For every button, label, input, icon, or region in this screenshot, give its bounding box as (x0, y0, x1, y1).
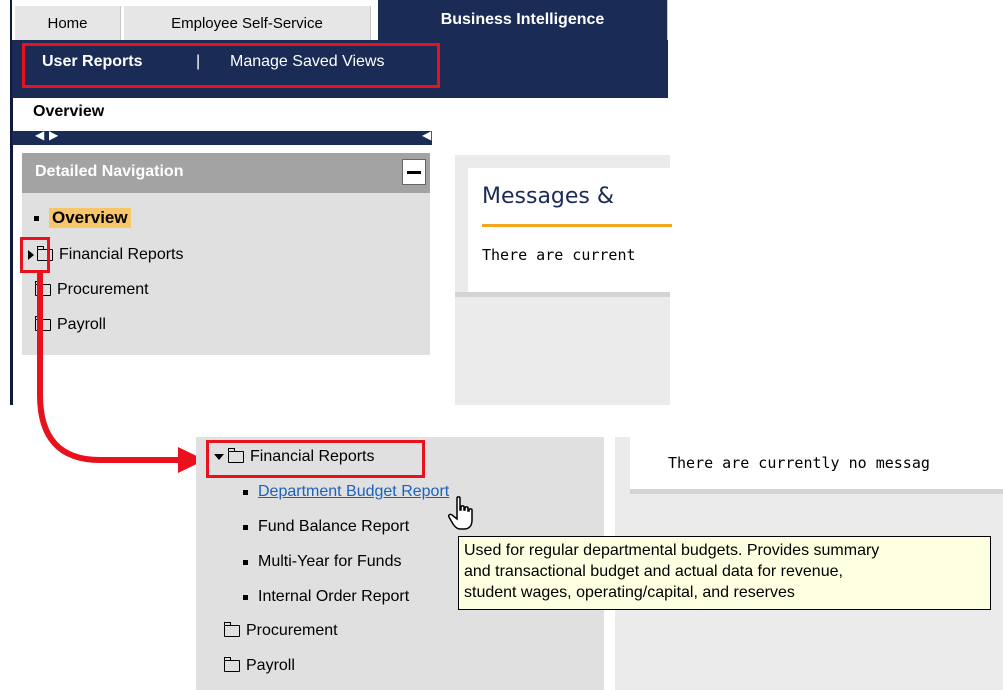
bullet-icon (243, 594, 248, 600)
bullet-icon (243, 489, 248, 495)
nav-item-fund-balance-report[interactable]: Fund Balance Report (243, 518, 409, 536)
messages-lower-text: There are currently no messag (668, 454, 930, 472)
highlight-box-financial-reports (206, 440, 425, 478)
hand-cursor-icon (448, 496, 473, 530)
procurement-label: Procurement (246, 622, 338, 639)
folder-icon (223, 622, 240, 637)
multi-year-for-funds-label: Multi-Year for Funds (258, 553, 402, 570)
tooltip-line-1: Used for regular departmental budgets. P… (464, 542, 880, 559)
internal-order-report-label: Internal Order Report (258, 588, 410, 605)
nav-item-multi-year-for-funds[interactable]: Multi-Year for Funds (243, 553, 401, 571)
tooltip-line-3: student wages, operating/capital, and re… (464, 584, 795, 601)
fund-balance-report-label: Fund Balance Report (258, 518, 410, 535)
nav-item-payroll-lower[interactable]: Payroll (223, 657, 295, 675)
report-description-tooltip: Used for regular departmental budgets. P… (458, 536, 991, 610)
bullet-icon (243, 559, 248, 565)
nav-item-department-budget-report[interactable]: Department Budget Report (243, 483, 449, 501)
nav-item-internal-order-report[interactable]: Internal Order Report (243, 588, 409, 606)
folder-icon (223, 657, 240, 672)
messages-lower-divider (630, 489, 1003, 494)
payroll-label: Payroll (246, 657, 295, 674)
messages-card-lower-body: There are currently no messag (630, 437, 1003, 489)
department-budget-report-link[interactable]: Department Budget Report (258, 483, 449, 501)
bullet-icon (243, 524, 248, 530)
nav-item-procurement-lower[interactable]: Procurement (223, 622, 338, 640)
tooltip-line-2: and transactional budget and actual data… (464, 563, 843, 580)
